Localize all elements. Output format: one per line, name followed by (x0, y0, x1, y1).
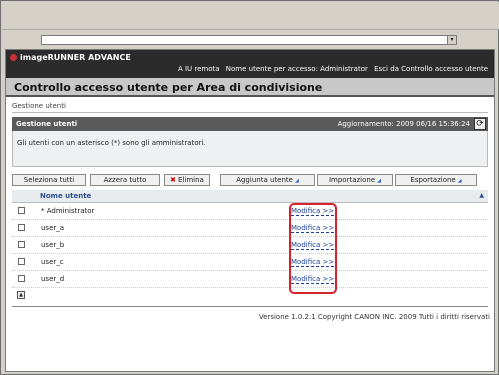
table-row: user_c Modifica >> (12, 254, 488, 271)
refresh-icon[interactable]: ⟳ (474, 118, 486, 130)
clear-all-button[interactable]: Azzera tutto (90, 174, 160, 186)
footer-divider (12, 306, 488, 307)
divider (12, 112, 488, 113)
highlight-box (289, 203, 337, 294)
table-header: Nome utente ▲ (12, 190, 488, 203)
export-button[interactable]: Esportazione ◢ (395, 174, 477, 186)
arrow-icon: ◢ (377, 178, 382, 184)
delete-button[interactable]: ✖ Elimina (164, 174, 210, 186)
brand-name: imageRUNNER ADVANCE (20, 53, 131, 62)
delete-icon: ✖ (170, 176, 177, 184)
copyright-footer: Versione 1.0.2.1 Copyright CANON INC. 20… (258, 313, 490, 321)
back-to-top-icon[interactable]: ▲ (17, 291, 25, 299)
panel-header: Gestione utenti Aggiornamento: 2009 06/1… (12, 117, 488, 131)
remote-ui-link[interactable]: A IU remota (178, 65, 220, 73)
panel-title: Gestione utenti (16, 120, 78, 128)
browser-toolbar (2, 2, 499, 30)
row-checkbox[interactable] (18, 275, 25, 282)
top-header: imageRUNNER ADVANCE A IU remota Nome ute… (6, 50, 494, 78)
clear-all-label: Azzera tutto (103, 176, 147, 184)
row-checkbox[interactable] (18, 224, 25, 231)
login-user-label: Nome utente per accesso: Administrator (225, 65, 368, 73)
table-row: user_d Modifica >> (12, 271, 488, 288)
top-links: A IU remota Nome utente per accesso: Adm… (174, 65, 488, 73)
export-label: Esportazione (410, 176, 456, 184)
breadcrumb: Gestione utenti (12, 102, 66, 110)
select-all-label: Seleziona tutti (23, 176, 75, 184)
last-updated: Aggiornamento: 2009 06/16 15:36:24 (337, 120, 470, 128)
table-row: user_b Modifica >> (12, 237, 488, 254)
page-content: imageRUNNER ADVANCE A IU remota Nome ute… (5, 49, 495, 372)
panel-body: Gli utenti con un asterisco (*) sono gli… (12, 131, 488, 167)
import-label: Importazione (328, 176, 376, 184)
user-name: user_a (41, 224, 65, 232)
delete-label: Elimina (178, 176, 204, 184)
brand-logo: imageRUNNER ADVANCE (10, 53, 131, 62)
arrow-icon: ◢ (457, 178, 462, 184)
row-checkbox[interactable] (18, 241, 25, 248)
logout-link[interactable]: Esci da Controllo accesso utente (374, 65, 488, 73)
arrow-icon: ◢ (294, 178, 299, 184)
add-user-button[interactable]: Aggiunta utente ◢ (220, 174, 315, 186)
user-name: user_d (41, 275, 65, 283)
table-row: user_a Modifica >> (12, 220, 488, 237)
address-dropdown-button[interactable]: ▾ (447, 36, 456, 44)
admin-note: Gli utenti con un asterisco (*) sono gli… (17, 139, 206, 147)
column-user-name[interactable]: Nome utente (40, 192, 91, 200)
select-all-button[interactable]: Seleziona tutti (12, 174, 86, 186)
table-row: * Administrator Modifica >> (12, 203, 488, 220)
address-bar[interactable]: ▾ (41, 35, 457, 45)
sort-icon[interactable]: ▲ (479, 192, 484, 199)
page-title: Controllo accesso utente per Area di con… (14, 81, 323, 94)
add-user-label: Aggiunta utente (236, 176, 293, 184)
user-name: user_c (41, 258, 64, 266)
import-button[interactable]: Importazione ◢ (317, 174, 393, 186)
user-name: user_b (41, 241, 65, 249)
row-checkbox[interactable] (18, 258, 25, 265)
row-checkbox[interactable] (18, 207, 25, 214)
user-name: * Administrator (41, 207, 95, 215)
title-bar: Controllo accesso utente per Area di con… (6, 78, 494, 97)
canon-logo-icon (10, 54, 17, 61)
browser-window: ▾ imageRUNNER ADVANCE A IU remota Nome u… (0, 0, 499, 375)
